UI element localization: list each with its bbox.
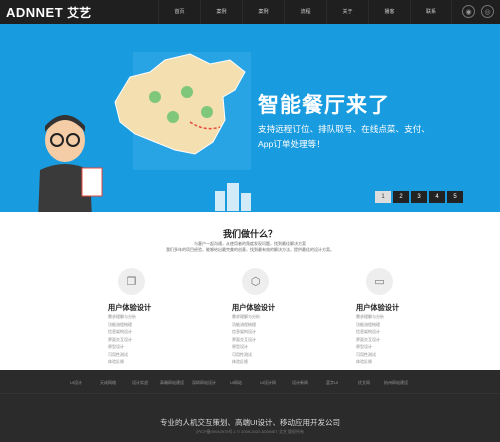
service-item: 界面交互设计	[232, 336, 256, 342]
service-item: 体验反馈	[232, 359, 248, 364]
mascot-illustration	[38, 115, 103, 212]
service-item: 体验反馈	[108, 359, 124, 364]
footer-link[interactable]: 蓝字UI	[316, 380, 348, 386]
city-icon	[215, 183, 251, 211]
pager-dot-3[interactable]: 3	[411, 191, 427, 203]
footer-link[interactable]: 设计新闻	[284, 380, 316, 386]
service-item: 体验反馈	[356, 359, 372, 364]
service-item: 原型设计	[232, 344, 248, 349]
service-item: 原型设计	[356, 344, 372, 349]
service-item: 信息架构设计	[356, 329, 380, 334]
china-map-illustration	[114, 52, 251, 170]
pager-dot-2[interactable]: 2	[393, 191, 409, 203]
cube-icon: ⬡	[242, 268, 269, 295]
banner-pager: 1 2 3 4 5	[375, 191, 463, 203]
nav-item-home[interactable]: 首页	[158, 0, 200, 24]
service-item: 信息架构设计	[232, 329, 256, 334]
service-item: 信息架构设计	[108, 329, 132, 334]
service-title: 用户体验设计	[356, 303, 400, 312]
service-item: 可用性测试	[356, 351, 376, 357]
service-item: 可用性测试	[108, 351, 128, 357]
services-desc-line-2: 我们多年的项目经验，能够给出最完美的创意，找到最有效的解决方法，提供最佳的设计方…	[166, 247, 334, 252]
nav-item-contact[interactable]: 联系	[410, 0, 452, 24]
service-item: 原型设计	[108, 344, 124, 349]
logo-text: ADNNET	[6, 4, 64, 20]
footer-link[interactable]: 设计实战	[124, 380, 156, 386]
browser-window-icon: ▭	[366, 268, 393, 295]
service-item: 界面交互设计	[108, 336, 132, 342]
footer-links: UI设计 天成网络 设计实战 高端网站建设 深圳网站设计 UI网站 UI设计网 …	[0, 370, 500, 386]
weibo-icon[interactable]: ◉	[462, 5, 475, 18]
site-footer: UI设计 天成网络 设计实战 高端网站建设 深圳网站设计 UI网站 UI设计网 …	[0, 370, 500, 442]
services-desc: 与客户一起沟通，从使用者的角度发现问题，找到最佳解决方案 我们多年的项目经验，能…	[0, 241, 500, 253]
service-column-1: ❐ 用户体验设计 需求理解与分析 功能流程梳理 信息架构设计 界面交互设计 原型…	[108, 268, 178, 366]
service-column-2: ⬡ 用户体验设计 需求理解与分析 功能流程梳理 信息架构设计 界面交互设计 原型…	[232, 268, 302, 366]
footer-tagline: 专业的人机交互策划、高端UI设计、移动应用开发公司	[160, 418, 340, 427]
social-icons: ◉ ◎	[462, 5, 494, 18]
footer-link[interactable]: 高端网站建设	[156, 380, 188, 386]
wechat-icon[interactable]: ◎	[481, 5, 494, 18]
footer-link[interactable]: 深圳网站设计	[188, 380, 220, 386]
footer-divider	[0, 393, 500, 394]
service-item: 需求理解与分析	[108, 314, 136, 319]
nav-item-cases[interactable]: 案例	[200, 0, 242, 24]
service-item: 需求理解与分析	[232, 314, 260, 319]
footer-link[interactable]: 天成网络	[92, 380, 124, 386]
pager-dot-5[interactable]: 5	[447, 191, 463, 203]
service-item: 需求理解与分析	[356, 314, 384, 319]
nav-item-about[interactable]: 关于	[326, 0, 368, 24]
nav-item-process[interactable]: 流程	[284, 0, 326, 24]
logo-cn: 艾艺	[67, 5, 92, 20]
service-item: 可用性测试	[232, 351, 252, 357]
banner-title: 智能餐厅来了	[258, 94, 390, 117]
hero-banner: 智能餐厅来了 支持远程订位、排队取号、在线点菜、支付、App订单处理等！	[0, 24, 500, 212]
service-item: 功能流程梳理	[232, 321, 256, 327]
services-section: 我们做什么？ 与客户一起沟通，从使用者的角度发现问题，找到最佳解决方案 我们多年…	[0, 212, 500, 368]
service-column-3: ▭ 用户体验设计 需求理解与分析 功能流程梳理 信息架构设计 界面交互设计 原型…	[356, 268, 426, 366]
footer-link[interactable]: 优艾网	[348, 380, 380, 386]
footer-link[interactable]: UI设计	[60, 380, 92, 386]
footer-link[interactable]: 杭州网站建设	[380, 380, 412, 386]
service-item: 功能流程梳理	[356, 321, 380, 327]
service-item: 界面交互设计	[356, 336, 380, 342]
service-title: 用户体验设计	[108, 303, 152, 312]
top-header: ADNNET 艾艺 首页 案例 案例 流程 关于 播客 联系 ◉ ◎	[0, 0, 500, 24]
nav-item-cases-2[interactable]: 案例	[242, 0, 284, 24]
footer-link[interactable]: UI设计网	[252, 380, 284, 386]
nav-item-blog[interactable]: 播客	[368, 0, 410, 24]
services-title: 我们做什么？	[222, 229, 277, 239]
footer-copyright: 沪ICP备09042975号-1 © 2009-2022 ADNNET 艾艺 版…	[195, 429, 305, 434]
copy-icon: ❐	[118, 268, 145, 295]
banner-subtitle: 支持远程订位、排队取号、在线点菜、支付、App订单处理等！	[258, 124, 430, 149]
pager-dot-1[interactable]: 1	[375, 191, 391, 203]
footer-link[interactable]: UI网站	[220, 380, 252, 386]
service-item: 功能流程梳理	[108, 321, 132, 327]
pager-dot-4[interactable]: 4	[429, 191, 445, 203]
logo[interactable]: ADNNET 艾艺	[0, 4, 150, 21]
service-title: 用户体验设计	[232, 303, 276, 312]
main-nav: 首页 案例 案例 流程 关于 播客 联系	[158, 0, 452, 24]
